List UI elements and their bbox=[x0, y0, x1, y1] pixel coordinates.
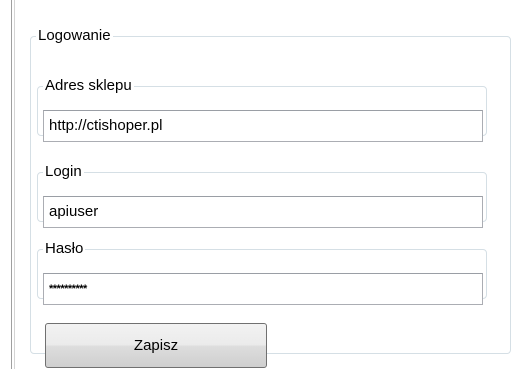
password-input[interactable]: ********** bbox=[43, 273, 483, 305]
shop-address-input[interactable]: http://ctishoper.pl bbox=[43, 110, 483, 142]
shop-address-groupbox: Adres sklepu http://ctishoper.pl bbox=[37, 77, 487, 142]
login-label: Login bbox=[45, 163, 82, 180]
panel-divider-shadow bbox=[14, 0, 15, 369]
password-label: Hasło bbox=[45, 240, 84, 257]
save-button[interactable]: Zapisz bbox=[45, 323, 267, 368]
password-groupbox: Hasło ********** bbox=[37, 240, 487, 305]
login-input[interactable]: apiuser bbox=[43, 196, 483, 228]
panel-divider bbox=[11, 0, 12, 369]
shop-address-label: Adres sklepu bbox=[45, 77, 132, 94]
login-groupbox: Logowanie Adres sklepu http://ctishoper.… bbox=[30, 27, 511, 368]
login-field-groupbox: Login apiuser bbox=[37, 163, 487, 228]
login-groupbox-title: Logowanie bbox=[38, 27, 111, 44]
